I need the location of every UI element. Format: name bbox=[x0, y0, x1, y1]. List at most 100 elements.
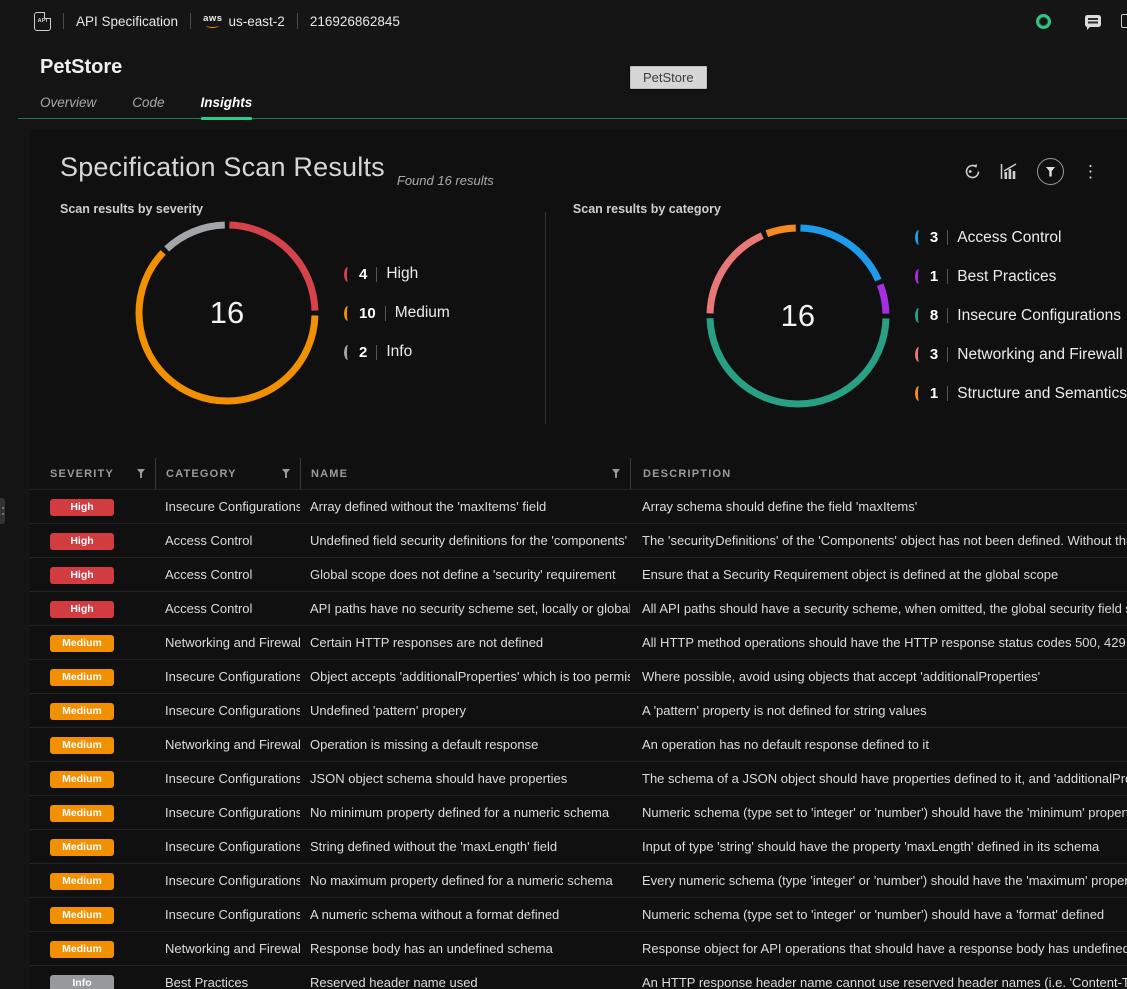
filter-funnel-icon[interactable] bbox=[612, 469, 620, 478]
table-row[interactable]: MediumInsecure ConfigurationsJSON object… bbox=[30, 761, 1127, 795]
table-row[interactable]: MediumInsecure ConfigurationsNo minimum … bbox=[30, 795, 1127, 829]
cell-category: Networking and Firewall bbox=[155, 941, 300, 956]
severity-badge: Medium bbox=[50, 873, 114, 890]
legend-marker-icon bbox=[344, 306, 352, 321]
cell-category: Insecure Configurations bbox=[155, 873, 300, 888]
cell-description: Numeric schema (type set to 'integer' or… bbox=[630, 907, 1127, 922]
cell-severity: High bbox=[30, 600, 155, 618]
severity-badge: Medium bbox=[50, 941, 114, 958]
legend-label: Info bbox=[386, 343, 412, 361]
results-count-label: Found 16 results bbox=[397, 173, 494, 192]
table-row[interactable]: MediumInsecure ConfigurationsString defi… bbox=[30, 829, 1127, 863]
chart-view-button[interactable] bbox=[1000, 163, 1019, 180]
chart-title: Scan results by category bbox=[573, 202, 1127, 216]
chart-icon bbox=[1000, 163, 1019, 180]
cell-description: An operation has no default response def… bbox=[630, 737, 1127, 752]
cell-category: Networking and Firewall bbox=[155, 635, 300, 650]
table-row[interactable]: MediumNetworking and FirewallResponse bo… bbox=[30, 931, 1127, 965]
column-header-severity: SEVERITY bbox=[30, 458, 155, 489]
cell-name: Operation is missing a default response bbox=[300, 737, 630, 752]
column-header-label: CATEGORY bbox=[166, 468, 237, 480]
severity-donut: 16 bbox=[132, 218, 322, 408]
table-row[interactable]: HighAccess ControlUndefined field securi… bbox=[30, 523, 1127, 557]
cell-name: Undefined 'pattern' propery bbox=[300, 703, 630, 718]
tab-overview[interactable]: Overview bbox=[40, 95, 96, 119]
tab-bar: Overview Code Insights bbox=[0, 95, 1127, 119]
cell-category: Insecure Configurations bbox=[155, 771, 300, 786]
legend-item-high[interactable]: 4High bbox=[344, 255, 450, 294]
table-row[interactable]: HighInsecure ConfigurationsArray defined… bbox=[30, 489, 1127, 523]
legend-marker-icon bbox=[915, 230, 923, 245]
severity-badge: Medium bbox=[50, 737, 114, 754]
table-row[interactable]: Medium Networking and FirewallOperation i… bbox=[30, 727, 1127, 761]
legend-label: Access Control bbox=[957, 229, 1061, 247]
refresh-button[interactable] bbox=[963, 162, 982, 181]
legend-marker-icon bbox=[915, 269, 923, 284]
aws-logo-icon: aws bbox=[203, 15, 222, 28]
legend-item-info[interactable]: 2 Info bbox=[344, 333, 450, 372]
cell-name: A numeric schema without a format define… bbox=[300, 907, 630, 922]
panel-title: Specification Scan Results bbox=[60, 152, 385, 183]
cell-description: Response object for API operations that … bbox=[630, 941, 1127, 956]
cell-description: Array schema should define the field 'ma… bbox=[630, 499, 1127, 514]
cell-category: Best Practices bbox=[155, 975, 300, 989]
legend-count: 2 bbox=[359, 344, 367, 361]
legend-marker-icon bbox=[915, 308, 923, 323]
severity-badge: High bbox=[50, 601, 114, 618]
tab-code[interactable]: Code bbox=[132, 95, 164, 119]
kebab-menu-button[interactable]: ⋮ bbox=[1082, 165, 1099, 179]
legend-separator bbox=[947, 347, 948, 362]
filter-funnel-icon[interactable] bbox=[282, 469, 290, 478]
cell-name: Global scope does not define a 'security… bbox=[300, 567, 630, 582]
legend-marker-icon bbox=[344, 345, 352, 360]
cell-description: Ensure that a Security Requirement objec… bbox=[630, 567, 1127, 582]
legend-marker-icon bbox=[915, 386, 923, 401]
cell-description: All API paths should have a security sch… bbox=[630, 601, 1127, 616]
severity-badge: Medium bbox=[50, 907, 114, 924]
legend-item-access-control[interactable]: 3Access Control bbox=[915, 218, 1127, 257]
table-row[interactable]: MediumNetworking and FirewallCertain HTT… bbox=[30, 625, 1127, 659]
table-row[interactable]: MediumInsecure ConfigurationsNo maximum … bbox=[30, 863, 1127, 897]
table-row[interactable]: Medium Insecure ConfigurationsA numeric s… bbox=[30, 897, 1127, 931]
breadcrumb-app-title[interactable]: API Specification bbox=[76, 14, 178, 29]
status-ring-icon[interactable] bbox=[1036, 14, 1051, 29]
table-row[interactable]: HighAccess ControlAPI paths have no secu… bbox=[30, 591, 1127, 625]
cell-name: JSON object schema should have propertie… bbox=[300, 771, 630, 786]
legend-separator bbox=[376, 267, 377, 282]
legend-label: High bbox=[386, 265, 418, 283]
legend-item-best-practices[interactable]: 1Best Practices bbox=[915, 257, 1127, 296]
breadcrumb-separator bbox=[63, 13, 64, 29]
left-edge-handle[interactable] bbox=[0, 498, 5, 524]
cell-description: An HTTP response header name cannot use … bbox=[630, 975, 1127, 989]
table-row[interactable]: MediumInsecure ConfigurationsUndefined '… bbox=[30, 693, 1127, 727]
table-row[interactable]: MediumInsecure ConfigurationsObject acce… bbox=[30, 659, 1127, 693]
legend-separator bbox=[947, 386, 948, 401]
cursor-tooltip: PetStore bbox=[630, 66, 707, 89]
filter-funnel-icon[interactable] bbox=[137, 469, 145, 478]
legend-count: 3 bbox=[930, 346, 938, 363]
cell-category: Access Control bbox=[155, 567, 300, 582]
column-header-description: DESCRIPTION bbox=[630, 458, 1127, 489]
table-row[interactable]: HighAccess ControlGlobal scope does not … bbox=[30, 557, 1127, 591]
chat-icon[interactable] bbox=[1085, 15, 1101, 27]
filter-results-button[interactable] bbox=[1037, 158, 1064, 185]
legend-item-structure-and-semantics[interactable]: 1Structure and Semantics bbox=[915, 374, 1127, 413]
cell-severity: High bbox=[30, 532, 155, 550]
legend-item-networking-and-firewall[interactable]: 3Networking and Firewall bbox=[915, 335, 1127, 374]
cell-severity: Medium bbox=[30, 872, 155, 890]
cell-name: No minimum property defined for a numeri… bbox=[300, 805, 630, 820]
legend-item-medium[interactable]: 10Medium bbox=[344, 294, 450, 333]
cell-description: The 'securityDefinitions' of the 'Compon… bbox=[630, 533, 1127, 548]
cell-category: Networking and Firewall bbox=[155, 737, 300, 752]
table-row[interactable]: InfoBest PracticesReserved header name u… bbox=[30, 965, 1127, 989]
tab-insights[interactable]: Insights bbox=[201, 95, 253, 119]
cell-name: Undefined field security definitions for… bbox=[300, 533, 630, 548]
legend-item-insecure-configurations[interactable]: 8Insecure Configurations bbox=[915, 296, 1127, 335]
cell-description: The schema of a JSON object should have … bbox=[630, 771, 1127, 786]
scan-results-table: SEVERITYCATEGORYNAMEDESCRIPTION HighInse… bbox=[30, 458, 1127, 989]
cell-severity: High bbox=[30, 498, 155, 516]
cell-name: Reserved header name used bbox=[300, 975, 630, 989]
severity-badge: High bbox=[50, 533, 114, 550]
cell-category: Insecure Configurations bbox=[155, 907, 300, 922]
severity-badge: Medium bbox=[50, 703, 114, 720]
